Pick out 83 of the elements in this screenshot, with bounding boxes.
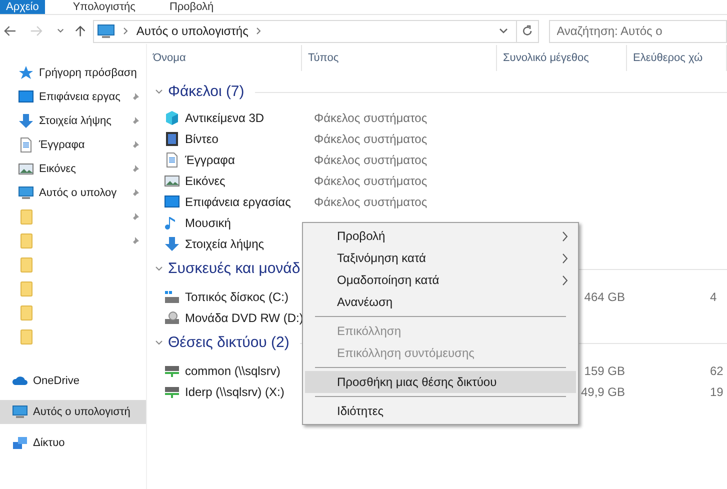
folder-icon (18, 257, 34, 273)
column-header[interactable]: Τύπος (302, 45, 497, 71)
picture-icon (164, 172, 180, 188)
address-path[interactable]: Αυτός ο υπολογιστής (136, 22, 248, 40)
computer-icon (12, 404, 28, 420)
group-title: Συσκευές και μονάδ (168, 258, 300, 279)
menu-item[interactable]: Ανανέωση (305, 291, 576, 313)
up-arrow-icon[interactable] (74, 24, 86, 38)
document-icon (164, 152, 180, 168)
table-cell-text: 62 (709, 362, 724, 380)
file-name-cell[interactable]: Στοιχεία λήψης (147, 234, 302, 252)
chevron-right-icon (123, 27, 128, 35)
network-icon (12, 435, 28, 451)
file-name-cell[interactable]: Έγγραφα (147, 150, 302, 168)
table-cell-text: 464 GB (583, 288, 626, 306)
file-name-cell[interactable]: Βίντεο (147, 130, 302, 148)
address-bar[interactable]: Αυτός ο υπολογιστής (93, 20, 539, 42)
table-cell-text: 159 GB (583, 362, 626, 380)
folder-icon (18, 329, 34, 345)
file-name-cell[interactable]: Εικόνες (147, 172, 302, 190)
table-cell-text: Φάκελος συστήματος (313, 110, 428, 126)
down-arrow-icon (18, 113, 34, 129)
down-arrow-icon (164, 236, 180, 252)
file-name-cell[interactable]: Αντικείμενα 3D (147, 108, 302, 126)
file-name-cell[interactable]: common (\\sqlsrv) (147, 362, 302, 380)
column-header[interactable]: Όνομα (147, 45, 302, 71)
folder-icon (18, 209, 34, 225)
group-title: Θέσεις δικτύου (2) (168, 332, 290, 353)
document-icon (18, 137, 34, 153)
sidebar-item[interactable]: Στοιχεία λήψης (0, 109, 146, 133)
table-cell-text: 4 (709, 288, 718, 306)
chevron-right-icon (256, 27, 262, 35)
chevron-down-icon[interactable] (155, 265, 163, 273)
back-icon[interactable] (4, 25, 16, 37)
sidebar-item[interactable]: Εικόνες (0, 157, 146, 181)
menu-item[interactable]: Ομαδοποίηση κατά (305, 269, 576, 291)
table-cell-text: Φάκελος συστήματος (313, 194, 428, 210)
table-cell-text: 19 (709, 384, 724, 400)
file-name-cell[interactable]: Επιφάνεια εργασίας (147, 192, 302, 210)
search-field[interactable]: Αναζήτηση: Αυτός ο (548, 20, 727, 42)
ribbon-tab[interactable]: Υπολογιστής (66, 0, 142, 14)
refresh-icon[interactable] (522, 25, 533, 37)
sidebar-item[interactable]: Επιφάνεια εργας (0, 85, 146, 109)
ribbon-tab[interactable]: Αρχείο (0, 0, 45, 14)
menu-item[interactable]: Ιδιότητες (305, 400, 576, 422)
monitor-icon (164, 194, 180, 210)
table-cell-text: Φάκελος συστήματος (313, 152, 428, 168)
menu-item[interactable]: Ταξινόμηση κατά (305, 247, 576, 269)
chevron-down-icon[interactable] (155, 88, 163, 96)
column-header[interactable]: Συνολικό μέγεθος (497, 45, 627, 71)
sidebar-item[interactable]: OneDrive (0, 369, 146, 393)
forward-icon[interactable] (30, 25, 43, 37)
table-cell-text: Φάκελος συστήματος (313, 172, 428, 190)
star-icon (18, 65, 34, 81)
sidebar-item[interactable]: Γρήγορη πρόσβαση (0, 61, 146, 85)
sidebar-item[interactable]: Αυτός ο υπολογιστή (0, 400, 146, 424)
file-name-cell[interactable]: Iderp (\\sqlsrv) (X:) (147, 382, 302, 400)
folder-icon (18, 305, 34, 321)
column-header[interactable]: Ελεύθερος χώ (627, 45, 727, 71)
menu-item[interactable]: Προβολή (305, 225, 576, 247)
disc-drive-icon (164, 310, 180, 326)
file-name-cell[interactable]: Μουσική (147, 214, 302, 232)
computer-icon (97, 24, 116, 38)
chevron-down-icon[interactable] (56, 28, 64, 34)
sidebar-item[interactable]: Έγγραφα (0, 133, 146, 157)
folder-icon (18, 281, 34, 297)
monitor-icon (18, 89, 34, 105)
cube-icon (164, 110, 180, 126)
table-cell-text: 49,9 GB (580, 384, 626, 400)
file-name-cell[interactable]: Τοπικός δίσκος (C:) (147, 288, 302, 306)
dropdown-icon[interactable] (498, 28, 508, 34)
menu-item[interactable]: Προσθήκη μιας θέσης δικτύου (305, 371, 576, 393)
sidebar-item[interactable]: Αυτός ο υπολογ (0, 181, 146, 205)
sidebar-item[interactable]: Δίκτυο (0, 431, 146, 455)
group-title: Φάκελοι (7) (168, 82, 244, 102)
chevron-down-icon[interactable] (155, 339, 163, 347)
computer-icon (18, 185, 34, 201)
folder-icon (18, 233, 34, 249)
drive-icon (164, 288, 180, 304)
table-cell-text: Φάκελος συστήματος (313, 130, 428, 148)
ribbon-tab[interactable]: Προβολή (163, 0, 220, 14)
film-icon (164, 130, 180, 146)
picture-icon (18, 161, 34, 177)
